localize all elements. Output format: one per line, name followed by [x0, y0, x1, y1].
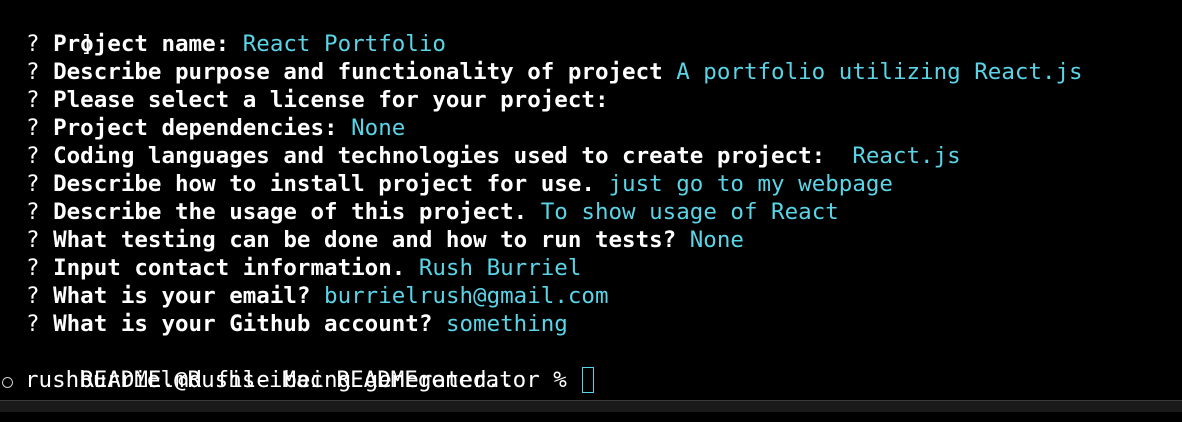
- prompt-line-install: ? Describe how to install project for us…: [26, 170, 893, 198]
- text-cursor[interactable]: [582, 367, 595, 393]
- answer-text: A portfolio utilizing React.js: [676, 59, 1083, 85]
- panel-divider: [0, 400, 1182, 412]
- question-text: Coding languages and technologies used t…: [53, 143, 826, 169]
- circle-marker-icon: [2, 377, 13, 388]
- prompt-line-email: ? What is your email? burrielrush@gmail.…: [26, 282, 609, 310]
- shell-prompt-line[interactable]: rushburriel@Rushs-iMac READMEgenerator %: [0, 366, 595, 394]
- question-text: What testing can be done and how to run …: [53, 227, 677, 253]
- question-mark-icon: ?: [26, 171, 40, 197]
- prompt-line-dependencies: ? Project dependencies: None: [26, 114, 405, 142]
- question-mark-icon: ?: [26, 87, 40, 113]
- question-text: Input contact information.: [53, 255, 406, 281]
- question-mark-icon: ?: [26, 115, 40, 141]
- question-mark-icon: ?: [26, 255, 40, 281]
- prompt-line-contact: ? Input contact information. Rush Burrie…: [26, 254, 581, 282]
- answer-text: burrielrush@gmail.com: [324, 283, 609, 309]
- question-mark-icon: ?: [26, 59, 40, 85]
- output-fragment: ]: [26, 2, 94, 57]
- answer-text: something: [445, 311, 568, 337]
- question-mark-icon: ?: [26, 227, 40, 253]
- question-text: Describe purpose and functionality of pr…: [53, 59, 663, 85]
- question-text: Project dependencies:: [53, 115, 338, 141]
- terminal-window[interactable]: ] ? Project name: React Portfolio ? Desc…: [0, 0, 1182, 400]
- question-mark-icon: ?: [26, 283, 40, 309]
- question-text: Describe how to install project for use.: [53, 171, 595, 197]
- question-text: Project name:: [53, 31, 230, 57]
- answer-text: To show usage of React: [540, 199, 839, 225]
- prompt-line-languages: ? Coding languages and technologies used…: [26, 142, 961, 170]
- answer-text: React Portfolio: [242, 31, 446, 57]
- question-text: What is your email?: [53, 283, 311, 309]
- prompt-line-usage: ? Describe the usage of this project. To…: [26, 198, 839, 226]
- prompt-line-purpose: ? Describe purpose and functionality of …: [26, 58, 1083, 86]
- answer-text: None: [689, 227, 744, 253]
- question-mark-icon: ?: [26, 311, 40, 337]
- prompt-line-project-name: ? Project name: React Portfolio: [26, 30, 446, 58]
- question-text: Describe the usage of this project.: [53, 199, 528, 225]
- answer-text: just go to my webpage: [608, 171, 893, 197]
- question-mark-icon: ?: [26, 143, 40, 169]
- prompt-line-license: ? Please select a license for your proje…: [26, 86, 609, 114]
- shell-prompt-text: rushburriel@Rushs-iMac READMEgenerator %: [25, 367, 567, 393]
- status-message: README.md file being generated..: [26, 338, 513, 393]
- answer-text: Rush Burriel: [418, 255, 582, 281]
- prompt-line-github: ? What is your Github account? something: [26, 310, 568, 338]
- answer-text: React.js: [838, 143, 961, 169]
- answer-text: None: [351, 115, 406, 141]
- question-mark-icon: ?: [26, 199, 40, 225]
- prompt-line-testing: ? What testing can be done and how to ru…: [26, 226, 744, 254]
- question-text: What is your Github account?: [53, 311, 433, 337]
- question-mark-icon: ?: [26, 31, 40, 57]
- question-text: Please select a license for your project…: [53, 87, 609, 113]
